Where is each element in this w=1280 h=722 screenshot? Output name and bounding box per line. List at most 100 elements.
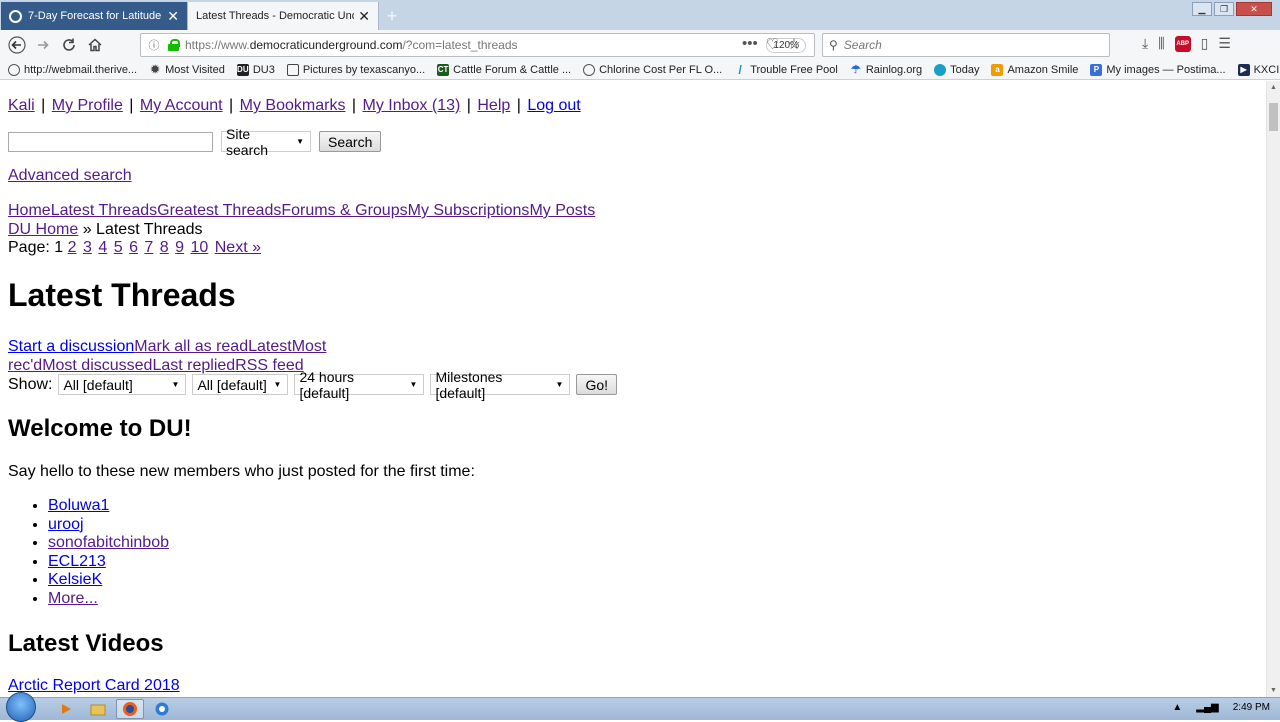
bookmark-item[interactable]: Today: [934, 63, 979, 76]
pocket-icon[interactable]: ♡: [766, 35, 779, 53]
app-taskbar-icon[interactable]: [148, 699, 176, 719]
site-search-input[interactable]: [8, 131, 213, 152]
breadcrumb-home[interactable]: DU Home: [8, 221, 78, 238]
search-bar[interactable]: ⚲ Search: [822, 33, 1110, 57]
bookmark-item[interactable]: a Amazon Smile: [991, 63, 1078, 76]
search-scope-select[interactable]: Site search ▼: [221, 126, 311, 158]
close-tab-icon[interactable]: ✕: [167, 8, 179, 25]
new-tab-button[interactable]: +: [379, 2, 405, 30]
bookmark-item[interactable]: Chlorine Cost Per FL O...: [583, 63, 722, 76]
home-button[interactable]: [82, 32, 108, 58]
user-link-account[interactable]: My Account: [140, 97, 223, 114]
user-link-profile[interactable]: My Profile: [52, 97, 123, 114]
list-item: ECL213: [48, 553, 169, 572]
advanced-search-link[interactable]: Advanced search: [8, 167, 132, 185]
bookmark-item[interactable]: http://webmail.therive...: [8, 63, 137, 76]
member-link[interactable]: sonofabitchinbob: [48, 534, 169, 551]
pager-page[interactable]: 5: [114, 239, 123, 256]
user-link-inbox[interactable]: My Inbox (13): [363, 97, 461, 114]
clock[interactable]: 2:49 PM: [1233, 702, 1270, 713]
explorer-icon[interactable]: [84, 699, 112, 719]
select-value: All [default]: [197, 376, 267, 393]
filter-select-type[interactable]: All [default] ▼: [192, 374, 289, 395]
pager-page[interactable]: 9: [175, 239, 184, 256]
bookmark-item[interactable]: CT Cattle Forum & Cattle ...: [437, 63, 571, 76]
nav-home[interactable]: Home: [8, 202, 51, 219]
tab-latest-threads[interactable]: Latest Threads - Democratic Under ✕: [187, 2, 379, 30]
sidebar-icon[interactable]: ▯: [1201, 35, 1209, 52]
bookmark-star-icon[interactable]: ☆: [787, 35, 800, 53]
media-player-icon[interactable]: [52, 699, 80, 719]
library-icon[interactable]: ⫼: [1158, 35, 1164, 52]
member-link[interactable]: ECL213: [48, 553, 106, 570]
start-button[interactable]: [6, 692, 36, 722]
pager-page[interactable]: 3: [83, 239, 92, 256]
more-members-link[interactable]: More...: [48, 590, 98, 607]
minimize-button[interactable]: ▁: [1192, 2, 1212, 16]
firefox-taskbar-icon[interactable]: [116, 699, 144, 719]
pager-next[interactable]: Next »: [215, 239, 261, 256]
reload-button[interactable]: [56, 32, 82, 58]
user-link-help[interactable]: Help: [477, 97, 510, 114]
rss-feed-link[interactable]: RSS feed: [235, 357, 303, 374]
adblock-icon[interactable]: ABP: [1174, 35, 1191, 52]
tray-expand-icon[interactable]: ▲: [1172, 702, 1182, 713]
address-bar[interactable]: ⓘ https://www.democraticunderground.com/…: [140, 33, 815, 57]
forward-button[interactable]: [30, 32, 56, 58]
mark-all-read-link[interactable]: Mark all as read: [134, 338, 248, 355]
search-button[interactable]: Search: [319, 131, 382, 152]
video-link[interactable]: Arctic Report Card 2018: [8, 677, 180, 695]
bookmark-item[interactable]: ✹ Most Visited: [149, 64, 225, 77]
pager-page[interactable]: 2: [68, 239, 77, 256]
bookmark-item[interactable]: P My images — Postima...: [1090, 63, 1226, 76]
scrollbar-thumb[interactable]: [1269, 103, 1278, 131]
pager-page[interactable]: 6: [129, 239, 138, 256]
page-action-icons: ••• ♡ ☆: [742, 35, 801, 53]
sort-latest-link[interactable]: Latest: [248, 338, 292, 355]
nav-forums-groups[interactable]: Forums & Groups: [281, 202, 407, 219]
pager-page[interactable]: 8: [160, 239, 169, 256]
member-link[interactable]: Boluwa1: [48, 497, 109, 514]
pager-page[interactable]: 10: [191, 239, 209, 256]
downloads-icon[interactable]: ⤓: [1142, 35, 1148, 52]
network-icon[interactable]: ▂▄▆: [1196, 702, 1218, 713]
bookmark-item[interactable]: ☂ Rainlog.org: [850, 64, 922, 77]
url-text[interactable]: https://www.democraticunderground.com/?c…: [185, 38, 766, 52]
member-link[interactable]: KelsieK: [48, 571, 102, 588]
bookmark-item[interactable]: DU DU3: [236, 63, 275, 76]
member-link[interactable]: urooj: [48, 516, 84, 533]
tab-forecast[interactable]: 7-Day Forecast for Latitude 32.2 ✕: [1, 2, 187, 30]
pager-page[interactable]: 7: [144, 239, 153, 256]
rain-icon: ☂: [850, 64, 861, 76]
filter-select-forum[interactable]: All [default] ▼: [58, 374, 187, 395]
user-link-logout[interactable]: Log out: [527, 97, 580, 114]
user-link-kali[interactable]: Kali: [8, 97, 35, 114]
pager-page[interactable]: 4: [98, 239, 107, 256]
sort-last-replied-link[interactable]: Last replied: [152, 357, 235, 374]
go-button[interactable]: Go!: [576, 374, 618, 395]
vertical-scrollbar[interactable]: ▲ ▼: [1266, 81, 1280, 697]
nav-my-subscriptions[interactable]: My Subscriptions: [408, 202, 530, 219]
bookmark-item[interactable]: / Trouble Free Pool: [734, 63, 838, 77]
user-links: Kali | My Profile | My Account | My Book…: [8, 97, 581, 115]
bookmark-item[interactable]: ▶KXCI 91.3 FM: [1237, 63, 1280, 76]
restore-button[interactable]: ❐: [1214, 2, 1234, 16]
info-icon[interactable]: ⓘ: [145, 37, 163, 53]
bookmark-item[interactable]: Pictures by texascanyo...: [286, 63, 425, 76]
filter-select-timespan[interactable]: 24 hours [default] ▼: [294, 369, 425, 401]
filter-select-milestones[interactable]: Milestones [default] ▼: [430, 369, 571, 401]
start-discussion-link[interactable]: Start a discussion: [8, 338, 134, 355]
scroll-down-icon[interactable]: ▼: [1270, 687, 1277, 694]
nav-my-posts[interactable]: My Posts: [529, 202, 595, 219]
hamburger-menu-icon[interactable]: ☰: [1218, 35, 1231, 52]
close-window-button[interactable]: ✕: [1236, 2, 1272, 16]
page-actions-menu-icon[interactable]: •••: [742, 35, 758, 53]
nav-latest-threads[interactable]: Latest Threads: [51, 202, 157, 219]
close-tab-icon[interactable]: ✕: [358, 8, 370, 25]
separator: |: [512, 97, 526, 114]
nav-greatest-threads[interactable]: Greatest Threads: [157, 202, 281, 219]
sort-most-discussed-link[interactable]: Most discussed: [42, 357, 152, 374]
scroll-up-icon[interactable]: ▲: [1270, 84, 1277, 91]
back-button[interactable]: [4, 32, 30, 58]
user-link-bookmarks[interactable]: My Bookmarks: [240, 97, 346, 114]
